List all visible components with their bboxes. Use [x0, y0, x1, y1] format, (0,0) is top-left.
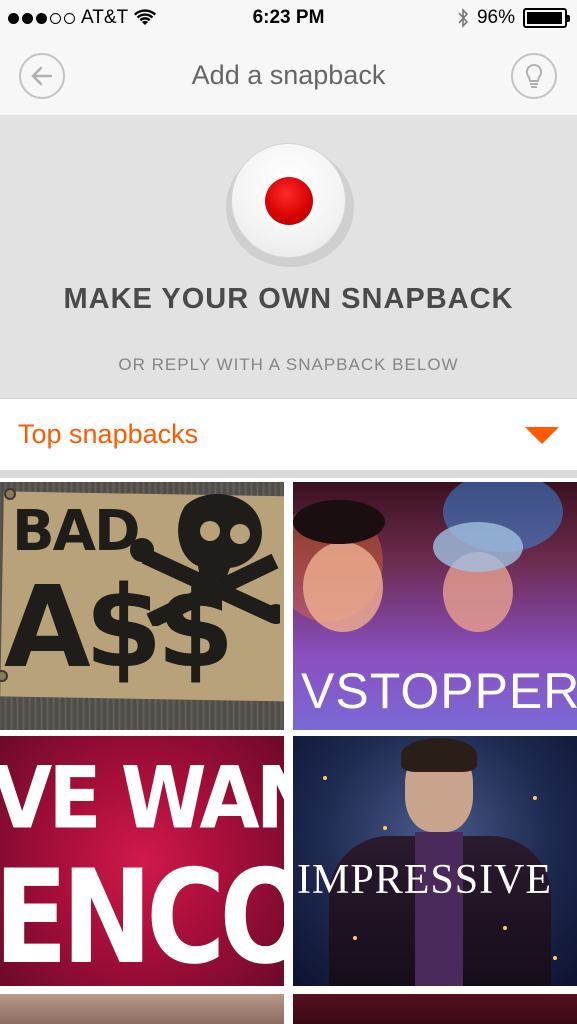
status-right: 96% — [457, 7, 570, 29]
snapback-tile[interactable]: BAD A$$ — [0, 482, 284, 730]
snapback-tile[interactable] — [0, 994, 284, 1024]
sparkle — [323, 776, 327, 780]
section-title: Top snapbacks — [18, 419, 199, 449]
sparkle — [353, 936, 357, 940]
lightbulb-icon — [525, 63, 543, 88]
record-title: MAKE YOUR OWN SNAPBACK — [63, 283, 514, 315]
section-divider — [0, 470, 577, 478]
sparkle — [383, 826, 387, 830]
nav-bar: Add a snapback — [0, 38, 577, 115]
snapback-tile[interactable]: VE WANT ENCOR — [0, 736, 284, 986]
snapback-grid: BAD A$$ VSTOPPER VE WANT ENCOR IMPRESSIV… — [0, 478, 577, 1024]
record-dot-icon — [264, 176, 313, 225]
performer-face — [303, 542, 383, 632]
snapback-tile[interactable]: VSTOPPER — [293, 482, 577, 730]
tips-button[interactable] — [511, 53, 557, 99]
sparkle — [503, 926, 507, 930]
performer-hair — [401, 738, 477, 772]
grommet-icon — [4, 488, 16, 500]
snapback-tile[interactable] — [293, 994, 577, 1024]
performer-hair — [433, 522, 523, 572]
bluetooth-icon — [458, 8, 469, 28]
snapback-tile[interactable]: IMPRESSIVE — [293, 736, 577, 986]
status-bar: AT&T 6:23 PM 96% — [0, 0, 577, 38]
record-button[interactable] — [231, 143, 346, 258]
tile-caption: VSTOPPER — [301, 663, 577, 719]
sparkle — [553, 956, 557, 960]
record-subtitle: OR REPLY WITH A SNAPBACK BELOW — [118, 355, 459, 374]
performer-hat — [293, 500, 385, 544]
tile-text-line: ENCOR — [0, 843, 284, 986]
top-snapbacks-header[interactable]: Top snapbacks — [0, 398, 577, 470]
triangle-down-icon[interactable] — [525, 427, 559, 444]
battery-icon — [523, 8, 570, 28]
page-title: Add a snapback — [191, 60, 386, 90]
tile-text-line: VE WANT — [0, 749, 284, 849]
tile-text-line: BAD — [12, 499, 141, 564]
battery-percent: 96% — [476, 7, 515, 28]
record-section: MAKE YOUR OWN SNAPBACK OR REPLY WITH A S… — [0, 115, 577, 398]
battery-fill — [527, 12, 562, 24]
tile-caption: IMPRESSIVE — [297, 857, 553, 903]
sparkle — [533, 796, 537, 800]
tile-text-line: A$$ — [4, 563, 235, 693]
